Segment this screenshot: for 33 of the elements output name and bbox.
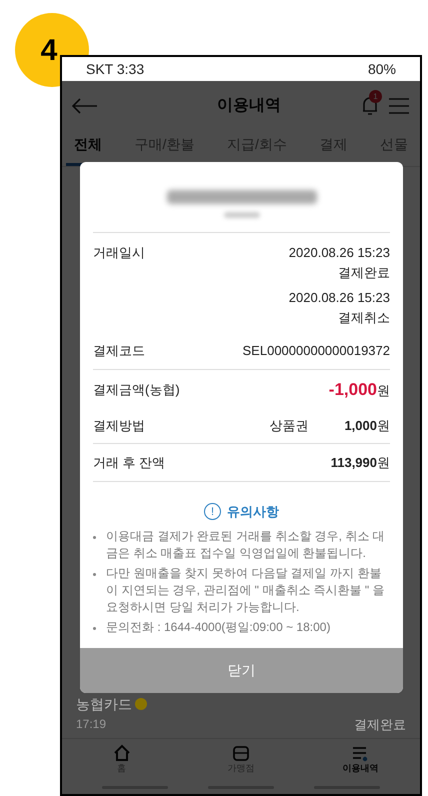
notice-title: 유의사항 bbox=[227, 503, 279, 521]
row-label: 결제금액(농협) bbox=[93, 380, 180, 399]
payment-amount: -1,000 bbox=[328, 378, 377, 400]
currency-unit: 원 bbox=[377, 454, 390, 472]
transaction-status: 결제완료 bbox=[354, 716, 406, 734]
row-label: 결제코드 bbox=[93, 342, 145, 360]
card-name: 농협카드 bbox=[76, 694, 132, 714]
notice-text: 문의전화 : 1644-4000(평일:09:00 ~ 18:00) bbox=[106, 618, 330, 636]
status-time: SKT 3:33 bbox=[86, 60, 144, 78]
payment-code: SEL00000000000019372 bbox=[242, 342, 390, 360]
row-label: 거래 후 잔액 bbox=[93, 454, 166, 472]
page-title: 이용내역 bbox=[217, 96, 281, 116]
row-label: 거래일시 bbox=[93, 244, 145, 262]
balance-amount: 113,990 bbox=[330, 454, 377, 472]
close-button[interactable]: 닫기 bbox=[80, 648, 403, 692]
notice-icon: ! bbox=[204, 503, 221, 520]
currency-unit: 원 bbox=[377, 417, 390, 435]
method-amount: 1,000 bbox=[344, 417, 377, 435]
transaction-state: 결제취소 bbox=[338, 308, 390, 326]
battery-level: 80% bbox=[368, 60, 396, 78]
blurred-subtitle bbox=[224, 212, 260, 218]
payment-method: 상품권 bbox=[269, 417, 308, 435]
transaction-date: 2020.08.26 15:23 bbox=[288, 244, 390, 262]
bullet-icon bbox=[93, 626, 96, 630]
currency-unit: 원 bbox=[377, 382, 390, 400]
notice-text: 이용대금 결제가 완료된 거래를 취소할 경우, 취소 대금은 취소 매출표 접수일 익영업일에 환불됩니다. bbox=[106, 528, 386, 562]
row-label: 결제방법 bbox=[93, 417, 145, 435]
bullet-icon bbox=[93, 536, 96, 538]
transaction-time: 17:19 bbox=[76, 716, 106, 734]
bullet-icon bbox=[93, 572, 96, 576]
transaction-date: 2020.08.26 15:23 bbox=[288, 289, 390, 307]
transaction-state: 결제완료 bbox=[338, 264, 390, 282]
notice-text: 다만 원매출을 찾지 못하여 다음달 결제일 까지 환불이 지연되는 경우, 관리점에 " 매출취소 즉시환불 " 을 요청하시면 당일 처리가 가능합니다. bbox=[106, 564, 386, 616]
